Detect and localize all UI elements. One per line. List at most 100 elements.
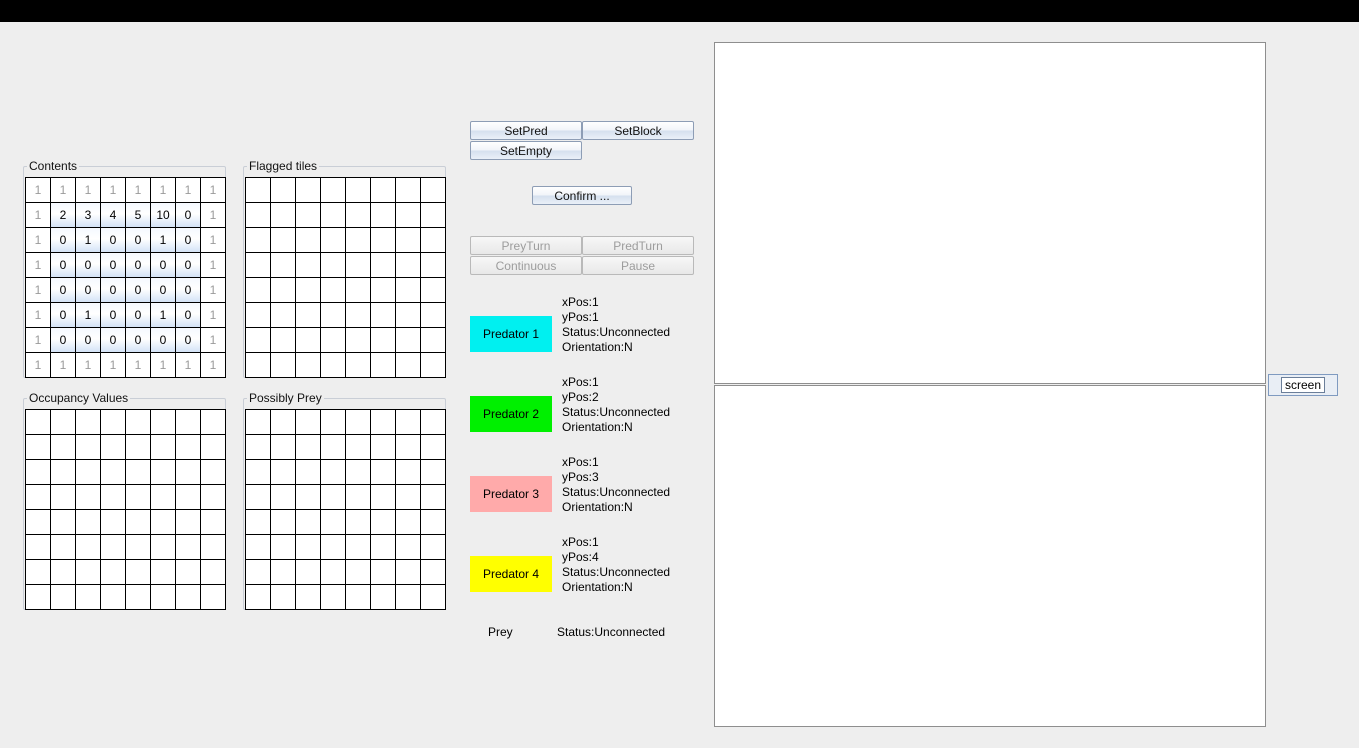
grid-cell[interactable]: [271, 460, 295, 484]
grid-cell[interactable]: [421, 435, 445, 459]
grid-cell[interactable]: [421, 560, 445, 584]
grid-cell[interactable]: [76, 510, 100, 534]
grid-cell[interactable]: [421, 585, 445, 609]
grid-cell[interactable]: [296, 178, 320, 202]
pred-turn-button[interactable]: PredTurn: [582, 236, 694, 255]
grid-cell[interactable]: [371, 228, 395, 252]
grid-cell[interactable]: [126, 585, 150, 609]
grid-cell[interactable]: [271, 178, 295, 202]
grid-cell[interactable]: [421, 353, 445, 377]
contents-cell[interactable]: 0: [176, 203, 200, 227]
continuous-button[interactable]: Continuous: [470, 256, 582, 275]
grid-cell[interactable]: [151, 560, 175, 584]
grid-cell[interactable]: [321, 228, 345, 252]
contents-cell[interactable]: 1: [201, 253, 225, 277]
grid-cell[interactable]: [371, 328, 395, 352]
grid-cell[interactable]: [151, 510, 175, 534]
contents-cell[interactable]: 1: [151, 178, 175, 202]
grid-cell[interactable]: [346, 560, 370, 584]
grid-cell[interactable]: [296, 485, 320, 509]
grid-cell[interactable]: [271, 510, 295, 534]
grid-cell[interactable]: [271, 410, 295, 434]
grid-cell[interactable]: [151, 535, 175, 559]
screen-button[interactable]: screen: [1268, 374, 1338, 396]
contents-cell[interactable]: 1: [201, 353, 225, 377]
prey-turn-button[interactable]: PreyTurn: [470, 236, 582, 255]
grid-cell[interactable]: [296, 435, 320, 459]
grid-cell[interactable]: [151, 585, 175, 609]
grid-cell[interactable]: [321, 460, 345, 484]
grid-cell[interactable]: [321, 303, 345, 327]
grid-cell[interactable]: [176, 410, 200, 434]
grid-cell[interactable]: [371, 435, 395, 459]
contents-cell[interactable]: 1: [151, 353, 175, 377]
contents-cell[interactable]: 10: [151, 203, 175, 227]
grid-cell[interactable]: [271, 353, 295, 377]
contents-cell[interactable]: 1: [76, 228, 100, 252]
contents-cell[interactable]: 0: [176, 303, 200, 327]
grid-cell[interactable]: [51, 485, 75, 509]
grid-cell[interactable]: [321, 203, 345, 227]
grid-cell[interactable]: [296, 535, 320, 559]
grid-cell[interactable]: [371, 585, 395, 609]
grid-cell[interactable]: [26, 535, 50, 559]
confirm-button[interactable]: Confirm ...: [532, 186, 632, 205]
grid-cell[interactable]: [246, 203, 270, 227]
contents-cell[interactable]: 1: [101, 353, 125, 377]
contents-cell[interactable]: 1: [126, 178, 150, 202]
grid-cell[interactable]: [101, 560, 125, 584]
grid-cell[interactable]: [396, 328, 420, 352]
grid-cell[interactable]: [371, 510, 395, 534]
contents-cell[interactable]: 1: [201, 278, 225, 302]
grid-cell[interactable]: [271, 303, 295, 327]
grid-cell[interactable]: [296, 353, 320, 377]
grid-cell[interactable]: [246, 560, 270, 584]
contents-cell[interactable]: 1: [76, 178, 100, 202]
grid-cell[interactable]: [346, 278, 370, 302]
contents-cell[interactable]: 0: [126, 278, 150, 302]
grid-cell[interactable]: [201, 560, 225, 584]
contents-cell[interactable]: 3: [76, 203, 100, 227]
grid-cell[interactable]: [26, 435, 50, 459]
contents-cell[interactable]: 1: [26, 253, 50, 277]
contents-cell[interactable]: 0: [76, 328, 100, 352]
grid-cell[interactable]: [296, 328, 320, 352]
grid-cell[interactable]: [246, 535, 270, 559]
grid-cell[interactable]: [421, 485, 445, 509]
contents-cell[interactable]: 0: [151, 278, 175, 302]
grid-cell[interactable]: [201, 485, 225, 509]
grid-cell[interactable]: [296, 410, 320, 434]
grid-cell[interactable]: [396, 278, 420, 302]
grid-cell[interactable]: [101, 460, 125, 484]
grid-cell[interactable]: [396, 228, 420, 252]
grid-cell[interactable]: [51, 560, 75, 584]
contents-cell[interactable]: 0: [51, 253, 75, 277]
grid-cell[interactable]: [101, 435, 125, 459]
grid-cell[interactable]: [151, 485, 175, 509]
grid-cell[interactable]: [371, 460, 395, 484]
grid-cell[interactable]: [246, 253, 270, 277]
grid-cell[interactable]: [346, 585, 370, 609]
grid-cell[interactable]: [271, 485, 295, 509]
grid-cell[interactable]: [201, 585, 225, 609]
grid-cell[interactable]: [371, 178, 395, 202]
contents-cell[interactable]: 0: [176, 228, 200, 252]
grid-cell[interactable]: [346, 353, 370, 377]
grid-cell[interactable]: [246, 178, 270, 202]
grid-cell[interactable]: [176, 485, 200, 509]
grid-cell[interactable]: [151, 460, 175, 484]
grid-cell[interactable]: [296, 510, 320, 534]
grid-cell[interactable]: [271, 435, 295, 459]
grid-cell[interactable]: [271, 278, 295, 302]
grid-cell[interactable]: [176, 585, 200, 609]
contents-cell[interactable]: 0: [126, 328, 150, 352]
grid-cell[interactable]: [101, 585, 125, 609]
grid-cell[interactable]: [76, 485, 100, 509]
grid-cell[interactable]: [126, 560, 150, 584]
contents-cell[interactable]: 1: [26, 203, 50, 227]
contents-cell[interactable]: 1: [201, 303, 225, 327]
grid-cell[interactable]: [246, 228, 270, 252]
grid-cell[interactable]: [51, 410, 75, 434]
grid-cell[interactable]: [321, 485, 345, 509]
grid-cell[interactable]: [396, 535, 420, 559]
